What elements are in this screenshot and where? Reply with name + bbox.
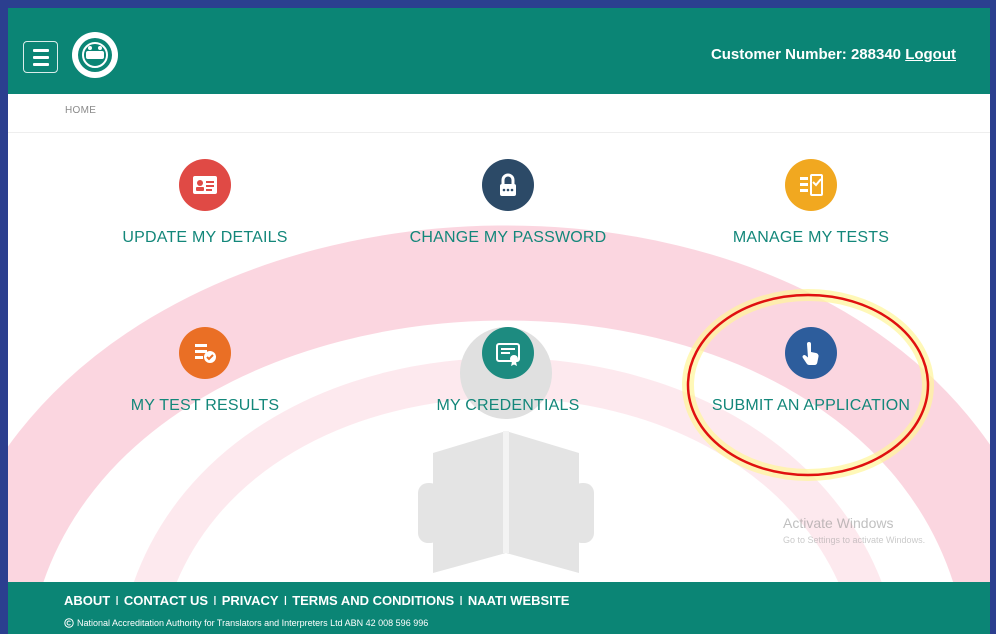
naati-logo[interactable] <box>71 31 119 79</box>
tile-label: CHANGE MY PASSWORD <box>409 229 607 246</box>
change-my-password-tile[interactable]: CHANGE MY PASSWORD <box>378 159 638 269</box>
app-frame: Customer Number: 288340 Logout HOME UPDA… <box>8 8 990 634</box>
tile-label: UPDATE MY DETAILS <box>122 229 288 246</box>
menu-line <box>32 62 49 66</box>
lock-icon <box>482 159 534 211</box>
breadcrumb[interactable]: HOME <box>65 105 96 116</box>
hamburger-menu-button[interactable] <box>23 41 58 73</box>
footer-separator: I <box>115 593 119 608</box>
footer-separator: I <box>283 593 288 608</box>
my-test-results-tile[interactable]: MY TEST RESULTS <box>75 327 335 437</box>
footer-links: ABOUT I CONTACT US I PRIVACY I TERMS AND CONDI… <box>64 593 569 608</box>
id-card-icon <box>179 159 231 211</box>
my-credentials-tile[interactable]: MY CREDENTIALS <box>378 327 638 437</box>
top-header-bar: Customer Number: 288340 Logout <box>8 8 990 94</box>
logout-link[interactable]: Logout <box>905 46 956 63</box>
checklist-icon <box>785 159 837 211</box>
footer-separator: I <box>459 593 463 608</box>
footer-link-about[interactable]: ABOUT <box>64 593 110 608</box>
footer-link-privacy[interactable]: PRIVACY <box>222 593 279 608</box>
submit-an-application-tile[interactable]: SUBMIT AN APPLICATION <box>681 327 941 437</box>
menu-line <box>32 48 49 52</box>
breadcrumb-bar <box>8 94 990 133</box>
footer-bar: ABOUT I CONTACT US I PRIVACY I TERMS AND CONDI… <box>8 582 990 634</box>
footer-link-terms[interactable]: TERMS AND CONDITIONS <box>292 593 454 608</box>
menu-line <box>32 55 49 59</box>
results-check-icon <box>179 327 231 379</box>
customer-number: Customer Number: 288340 <box>710 46 902 63</box>
footer-link-naati-website[interactable]: NAATI WEBSITE <box>468 593 570 608</box>
pointing-hand-icon <box>785 327 837 379</box>
manage-my-tests-tile[interactable]: MANAGE MY TESTS <box>681 159 941 269</box>
tile-label: MY TEST RESULTS <box>130 397 280 414</box>
activate-windows-title: Activate Windows <box>783 515 894 531</box>
tile-label: MANAGE MY TESTS <box>732 229 890 246</box>
customer-info: Customer Number: 288340 Logout <box>711 46 956 63</box>
footer-separator: I <box>213 593 217 608</box>
copyright-text: National Accreditation Authority for Tra… <box>77 618 429 628</box>
tile-label: SUBMIT AN APPLICATION <box>711 397 911 414</box>
tile-label: MY CREDENTIALS <box>436 397 580 414</box>
activate-windows-subtitle: Go to Settings to activate Windows. <box>783 535 926 545</box>
copyright-icon <box>64 618 74 628</box>
certificate-icon <box>482 327 534 379</box>
update-my-details-tile[interactable]: UPDATE MY DETAILS <box>75 159 335 269</box>
footer-link-contact[interactable]: CONTACT US <box>124 593 208 608</box>
copyright-line: National Accreditation Authority for Tra… <box>64 618 428 628</box>
